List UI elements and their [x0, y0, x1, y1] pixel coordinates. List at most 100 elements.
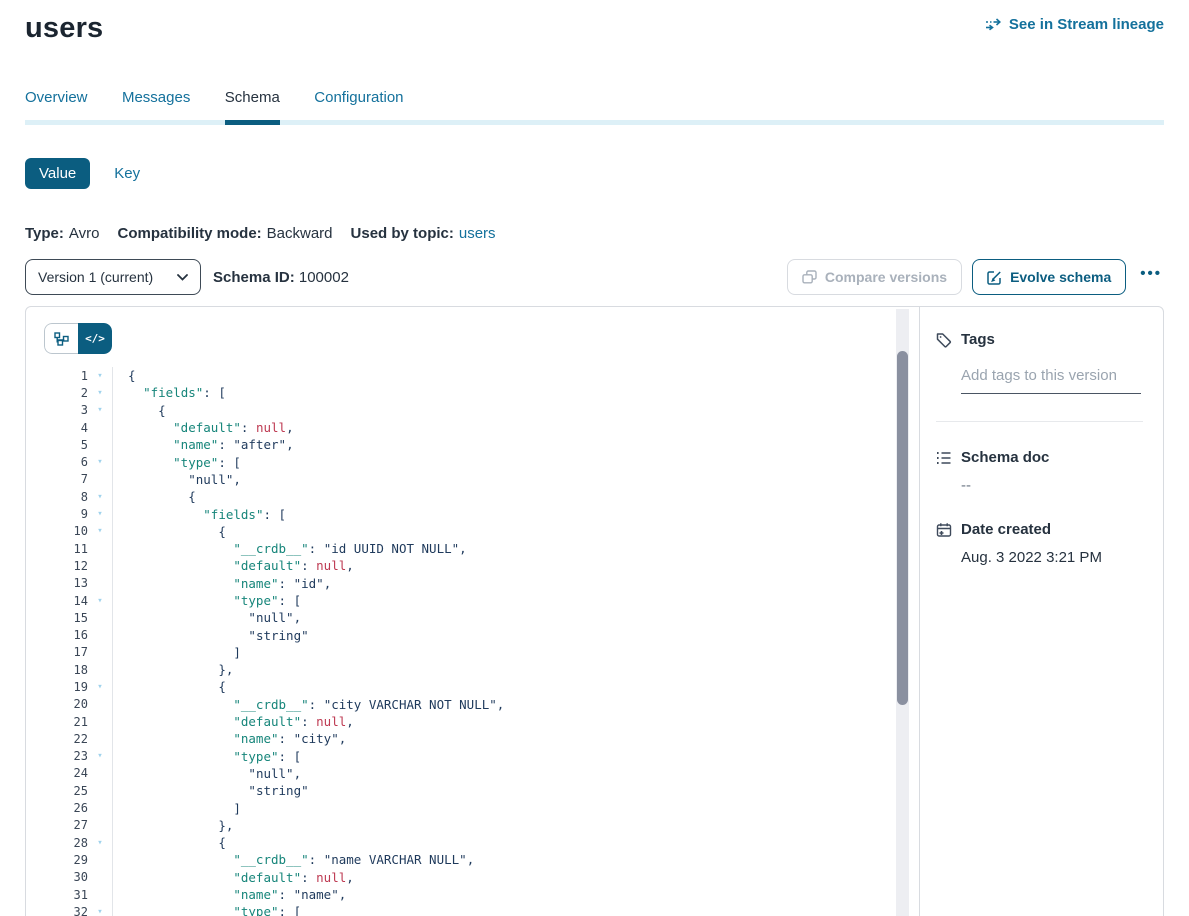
fold-arrow-icon[interactable]: ▾ [88, 457, 112, 467]
fold-arrow-icon[interactable]: ▾ [88, 907, 112, 916]
schema-doc-section: Schema doc -- [936, 449, 1143, 494]
tag-icon [936, 332, 952, 348]
code-line-text: "fields": [ [113, 507, 286, 522]
code-line: 6▾ "type": [ [44, 453, 919, 470]
list-icon [936, 451, 952, 465]
tab-bar: Overview Messages Schema Configuration [25, 89, 1164, 125]
evolve-schema-button[interactable]: Evolve schema [972, 259, 1126, 295]
code-line-text: { [113, 524, 226, 539]
chevron-down-icon [177, 274, 188, 281]
code-line: 4 "default": null, [44, 419, 919, 436]
line-number: 8 [44, 490, 88, 504]
line-number: 29 [44, 853, 88, 867]
version-bar: Version 1 (current) Schema ID: 100002 Co… [25, 259, 1164, 295]
line-number: 25 [44, 784, 88, 798]
topic-label: Used by topic: [351, 225, 454, 242]
add-tags-input[interactable] [961, 363, 1141, 394]
line-number: 24 [44, 766, 88, 780]
code-line-text: { [113, 489, 196, 504]
schema-id-value: 100002 [299, 269, 349, 286]
code-line-text: "__crdb__": "city VARCHAR NOT NULL", [113, 697, 504, 712]
evolve-schema-icon [987, 270, 1002, 285]
code-line: 23▾ "type": [ [44, 748, 919, 765]
compare-versions-button[interactable]: Compare versions [787, 259, 962, 295]
fold-arrow-icon[interactable]: ▾ [88, 682, 112, 692]
line-number: 7 [44, 472, 88, 486]
schema-doc-value: -- [961, 477, 1143, 494]
code-line-text: "__crdb__": "name VARCHAR NULL", [113, 852, 474, 867]
see-in-stream-lineage-link[interactable]: See in Stream lineage [985, 16, 1164, 33]
code-line-text: "type": [ [113, 455, 241, 470]
schema-meta-row: Type:Avro Compatibility mode:Backward Us… [25, 225, 1164, 242]
code-line-text: "name": "after", [113, 437, 294, 452]
fold-arrow-icon[interactable]: ▾ [88, 388, 112, 398]
value-key-toggle: Value Key [25, 158, 1164, 189]
line-number: 5 [44, 438, 88, 452]
tab-schema[interactable]: Schema [225, 89, 280, 125]
fold-arrow-icon[interactable]: ▾ [88, 526, 112, 536]
code-line: 25 "string" [44, 782, 919, 799]
fold-arrow-icon[interactable]: ▾ [88, 509, 112, 519]
code-line-text: ] [113, 645, 241, 660]
tree-view-button[interactable] [44, 323, 78, 354]
code-line-text: "default": null, [113, 714, 354, 729]
calendar-plus-icon [936, 522, 952, 538]
tree-view-icon [54, 332, 69, 346]
line-number: 9 [44, 507, 88, 521]
fold-arrow-icon[interactable]: ▾ [88, 371, 112, 381]
code-line: 1▾{ [44, 367, 919, 384]
version-select-value: Version 1 (current) [38, 269, 153, 285]
version-bar-actions: Compare versions Evolve schema ••• [787, 259, 1164, 295]
code-line-text: "null", [113, 766, 301, 781]
fold-arrow-icon[interactable]: ▾ [88, 838, 112, 848]
line-number: 4 [44, 421, 88, 435]
topic-link[interactable]: users [459, 225, 496, 242]
fold-arrow-icon[interactable]: ▾ [88, 405, 112, 415]
code-view-button[interactable]: </> [78, 323, 112, 354]
code-line: 14▾ "type": [ [44, 592, 919, 609]
code-scrollbar-track[interactable] [896, 309, 909, 916]
value-toggle-button[interactable]: Value [25, 158, 90, 189]
code-line: 28▾ { [44, 834, 919, 851]
code-line: 7 "null", [44, 471, 919, 488]
fold-arrow-icon[interactable]: ▾ [88, 492, 112, 502]
line-number: 27 [44, 818, 88, 832]
fold-arrow-icon[interactable]: ▾ [88, 596, 112, 606]
code-line: 16 "string" [44, 626, 919, 643]
schema-id-label: Schema ID: [213, 269, 295, 286]
line-number: 11 [44, 542, 88, 556]
code-scrollbar-thumb[interactable] [897, 351, 908, 705]
date-created-heading: Date created [936, 521, 1143, 538]
code-line: 31 "name": "name", [44, 886, 919, 903]
code-line: 3▾ { [44, 402, 919, 419]
line-number: 28 [44, 836, 88, 850]
date-created-heading-label: Date created [961, 521, 1051, 538]
code-line: 30 "default": null, [44, 869, 919, 886]
code-line-text: "type": [ [113, 904, 301, 916]
code-line-text: "type": [ [113, 749, 301, 764]
fold-arrow-icon[interactable]: ▾ [88, 751, 112, 761]
version-select[interactable]: Version 1 (current) [25, 259, 201, 295]
line-number: 12 [44, 559, 88, 573]
code-line: 9▾ "fields": [ [44, 505, 919, 522]
code-line: 17 ] [44, 644, 919, 661]
tab-underline-track [25, 120, 1164, 125]
code-line-text: { [113, 368, 136, 383]
code-line: 19▾ { [44, 678, 919, 695]
code-line-text: "fields": [ [113, 385, 226, 400]
line-number: 19 [44, 680, 88, 694]
tags-heading-label: Tags [961, 331, 995, 348]
code-line: 10▾ { [44, 523, 919, 540]
key-toggle-button[interactable]: Key [114, 165, 140, 182]
code-line-text: "default": null, [113, 420, 294, 435]
type-label: Type: [25, 225, 64, 242]
code-line: 24 "null", [44, 765, 919, 782]
code-line-text: "name": "id", [113, 576, 331, 591]
code-line: 12 "default": null, [44, 557, 919, 574]
more-options-button[interactable]: ••• [1136, 265, 1164, 290]
line-number: 6 [44, 455, 88, 469]
compare-versions-label: Compare versions [825, 269, 947, 285]
tags-heading: Tags [936, 331, 1143, 348]
code-editor-lines: 1▾{2▾ "fields": [3▾ {4 "default": null,5… [44, 367, 919, 916]
lineage-link-label: See in Stream lineage [1009, 16, 1164, 33]
